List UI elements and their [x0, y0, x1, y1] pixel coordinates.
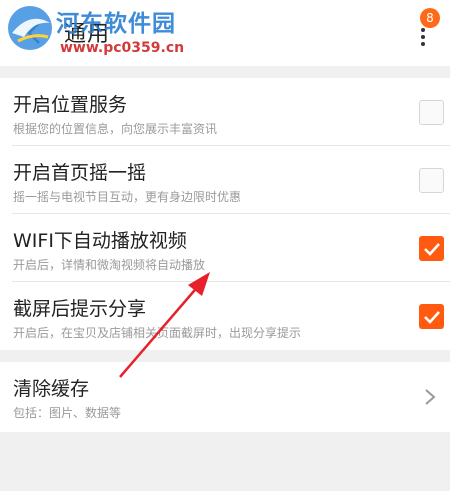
clear-cache-group: 清除缓存 包括：图片、数据等 — [0, 362, 450, 432]
settings-group: 开启位置服务 根据您的位置信息，向您展示丰富资讯 开启首页摇一摇 摇一摇与电视节… — [0, 78, 450, 350]
settings-item-title: 截屏后提示分享 — [13, 298, 147, 320]
settings-item-subtitle: 根据您的位置信息，向您展示丰富资讯 — [13, 122, 218, 136]
page-title: 通用 — [64, 22, 111, 47]
chevron-left-icon — [27, 22, 40, 44]
check-icon — [423, 310, 440, 324]
settings-item-shake[interactable]: 开启首页摇一摇 摇一摇与电视节目互动，更有身边限时优惠 — [0, 146, 450, 214]
more-button[interactable]: 8 — [408, 8, 440, 54]
top-bar: 通用 8 — [0, 0, 450, 66]
notification-badge: 8 — [420, 8, 440, 28]
settings-item-title: 开启首页摇一摇 — [13, 162, 147, 184]
check-icon — [423, 242, 440, 256]
settings-item-subtitle: 摇一摇与电视节目互动，更有身边限时优惠 — [13, 190, 242, 204]
settings-item-subtitle: 开启后，详情和微淘视频将自动播放 — [13, 258, 206, 272]
back-button[interactable] — [14, 18, 54, 48]
autoplay-checkbox[interactable] — [419, 236, 444, 261]
clear-cache-title: 清除缓存 — [13, 378, 90, 400]
screenshot-share-checkbox[interactable] — [419, 304, 444, 329]
location-checkbox[interactable] — [419, 100, 444, 125]
settings-item-subtitle: 开启后，在宝贝及店铺相关页面截屏时，出现分享提示 — [13, 326, 302, 340]
clear-cache-item[interactable]: 清除缓存 包括：图片、数据等 — [0, 362, 450, 430]
settings-item-autoplay[interactable]: WIFI下自动播放视频 开启后，详情和微淘视频将自动播放 — [0, 214, 450, 282]
settings-item-title: WIFI下自动播放视频 — [13, 230, 187, 252]
more-vertical-icon — [421, 28, 425, 49]
chevron-right-icon — [425, 389, 436, 405]
settings-item-location[interactable]: 开启位置服务 根据您的位置信息，向您展示丰富资讯 — [0, 78, 450, 146]
settings-item-title: 开启位置服务 — [13, 94, 128, 116]
clear-cache-subtitle: 包括：图片、数据等 — [13, 406, 122, 420]
settings-item-screenshot-share[interactable]: 截屏后提示分享 开启后，在宝贝及店铺相关页面截屏时，出现分享提示 — [0, 282, 450, 350]
shake-checkbox[interactable] — [419, 168, 444, 193]
